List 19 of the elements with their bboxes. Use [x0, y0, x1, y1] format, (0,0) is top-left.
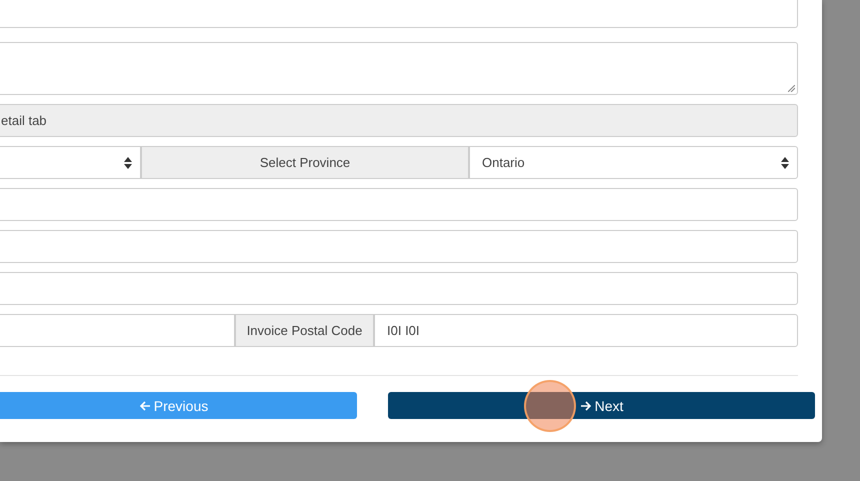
info-text: etail tab — [1, 113, 47, 128]
text-area[interactable] — [0, 42, 798, 95]
field-label: Invoice Postal Code — [235, 314, 374, 347]
text-field[interactable] — [0, 0, 798, 28]
text-field[interactable] — [0, 188, 798, 221]
text-field[interactable] — [0, 230, 798, 263]
select-dropdown[interactable] — [0, 146, 141, 179]
sort-arrows-icon — [781, 156, 789, 168]
field-label: Select Province — [141, 146, 469, 179]
postal-code-field[interactable]: I0I I0I — [374, 314, 798, 347]
sort-arrows-icon — [124, 156, 132, 168]
left-arrow-icon — [138, 400, 151, 412]
right-arrow-icon — [580, 400, 592, 412]
click-indicator — [524, 380, 576, 432]
resize-grip-icon[interactable] — [788, 85, 795, 92]
text-field[interactable] — [0, 272, 798, 305]
next-button[interactable]: Next — [388, 392, 815, 419]
province-select[interactable]: Ontario — [469, 146, 798, 179]
text-field[interactable] — [0, 314, 235, 347]
